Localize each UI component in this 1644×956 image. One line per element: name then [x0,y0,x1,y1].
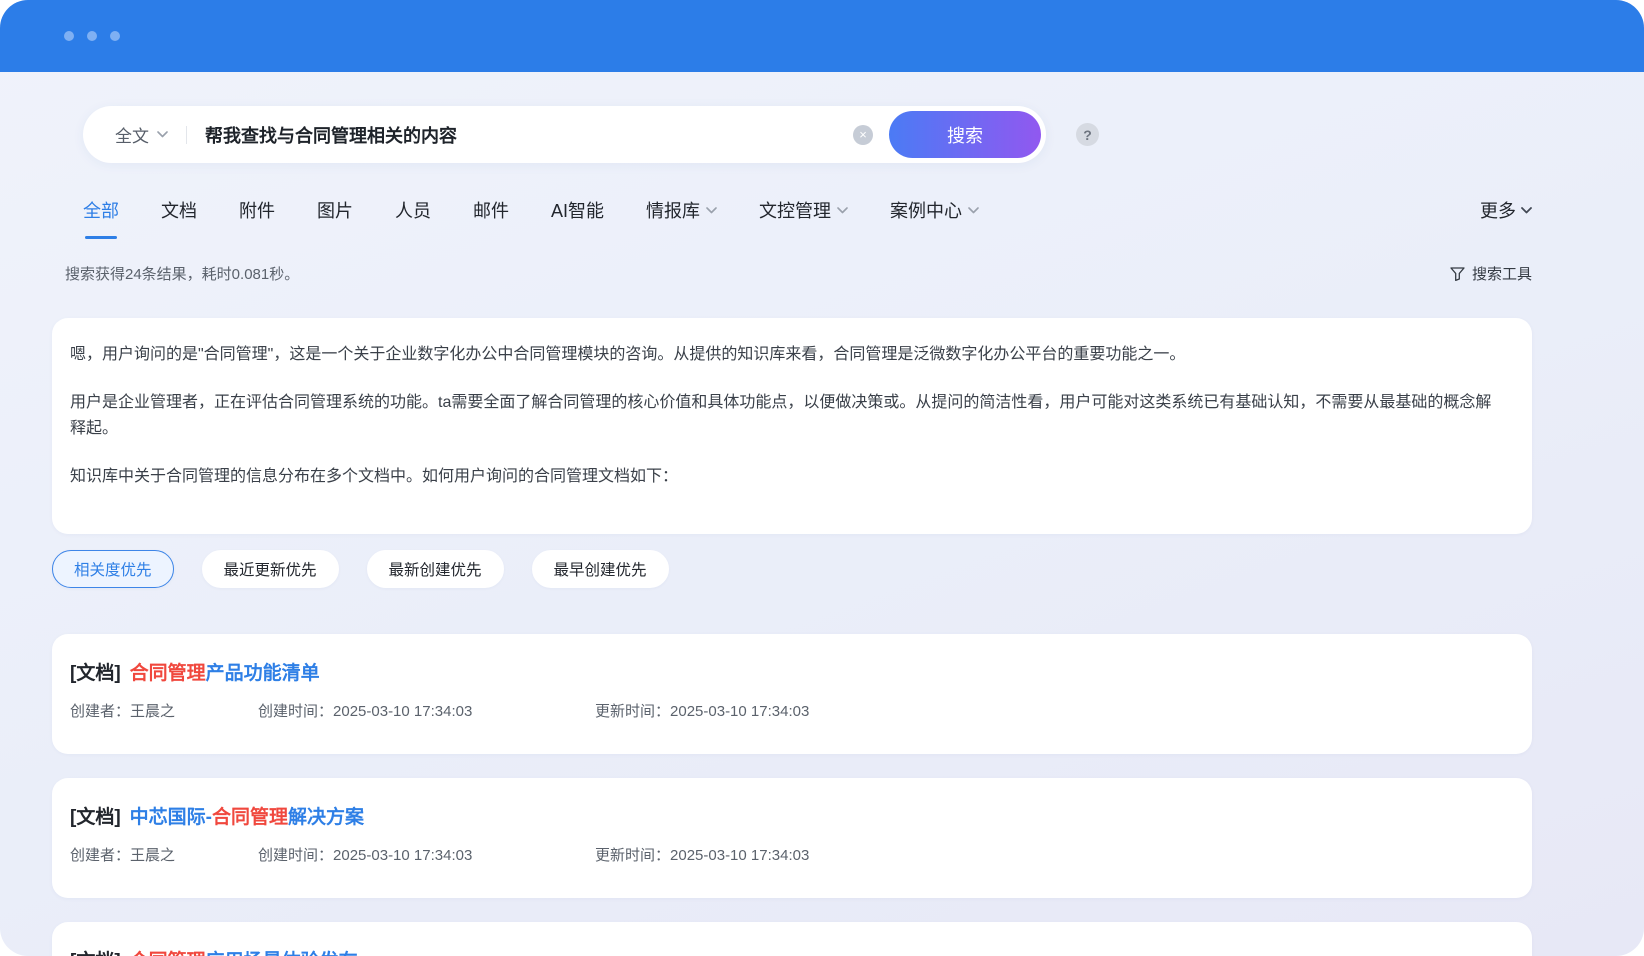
sort-pill-label: 相关度优先 [74,562,152,579]
more-label: 更多 [1480,201,1516,221]
result-title-highlight: 合同管理 [129,663,206,684]
stats-row: 搜索获得24条结果，耗时0.081秒。 搜索工具 [65,263,1532,284]
main-content: 全文 × 搜索 ? 全部 文档 附件 [0,106,1644,956]
tab-label: AI智能 [551,201,605,221]
updated-value: 2025-03-10 17:34:03 [670,703,810,720]
result-title-highlight: 合同管理 [211,807,288,828]
creator-label: 创建者： [70,703,131,720]
result-type-prefix: [文档] [70,807,121,828]
tab-images[interactable]: 图片 [317,197,353,239]
result-created-time: 创建时间：2025-03-10 17:34:03 [258,702,595,722]
category-tabs: 全部 文档 附件 图片 人员 邮件 AI智能 情报库 文控管理 案例中心 更多 [83,197,1532,239]
created-value: 2025-03-10 17:34:03 [333,703,473,720]
tab-label: 邮件 [473,201,509,221]
tab-label: 全部 [83,201,119,221]
sort-pill-recently-updated[interactable]: 最近更新优先 [201,550,339,588]
chevron-down-icon [706,206,717,214]
creator-value: 王晨之 [130,703,176,720]
clear-icon[interactable]: × [853,124,873,145]
chevron-down-icon [1521,206,1532,214]
sort-pill-label: 最近更新优先 [223,562,317,579]
result-card: [文档] 中芯国际-合同管理解决方案 创建者：王晨之 创建时间：2025-03-1… [52,778,1532,898]
tab-ai[interactable]: AI智能 [551,197,604,239]
search-tools-button[interactable]: 搜索工具 [1450,263,1532,284]
tab-intel-library[interactable]: 情报库 [646,197,717,239]
updated-label: 更新时间： [595,847,671,864]
app-window: 全文 × 搜索 ? 全部 文档 附件 [0,0,1644,956]
tab-doc-control[interactable]: 文控管理 [759,197,848,239]
titlebar [0,0,1644,72]
window-dot-icon [64,31,74,41]
updated-value: 2025-03-10 17:34:03 [670,847,810,864]
result-meta: 创建者：王晨之 创建时间：2025-03-10 17:34:03 更新时间：20… [70,846,1508,866]
tab-label: 图片 [317,201,353,221]
result-title-highlight: 合同管理 [130,951,206,956]
sort-pill-label: 最新创建优先 [388,562,482,579]
tab-label: 文档 [161,201,197,221]
result-title-text: 中芯国际- [129,807,212,828]
more-tabs-button[interactable]: 更多 [1480,197,1532,239]
tab-label: 案例中心 [890,201,963,221]
result-title-link[interactable]: [文档] 合同管理应用场景体验发布 [70,950,1508,956]
window-control-dots [64,31,120,41]
summary-paragraph: 用户是企业管理者，正在评估合同管理系统的功能。ta需要全面了解合同管理的核心价值… [70,394,1492,437]
sort-pill-newest-created[interactable]: 最新创建优先 [366,550,504,588]
results-list: [文档] 合同管理产品功能清单 创建者：王晨之 创建时间：2025-03-10 1… [52,634,1532,956]
sort-pill-earliest-created[interactable]: 最早创建优先 [531,550,669,588]
result-stats-text: 搜索获得24条结果，耗时0.081秒。 [65,266,300,283]
tab-mail[interactable]: 邮件 [473,197,509,239]
result-updated-time: 更新时间：2025-03-10 17:34:03 [595,702,809,722]
result-title-text: 解决方案 [288,807,365,828]
result-title-link[interactable]: [文档] 合同管理产品功能清单 [70,662,1508,686]
chevron-down-icon [837,206,848,214]
result-type-prefix: [文档] [70,663,121,684]
result-card: [文档] 合同管理产品功能清单 创建者：王晨之 创建时间：2025-03-10 1… [52,634,1532,754]
creator-label: 创建者： [70,847,131,864]
search-row: 全文 × 搜索 ? [83,106,1532,163]
tab-all[interactable]: 全部 [83,197,119,239]
search-bar: 全文 × 搜索 [83,106,1046,163]
tab-label: 文控管理 [759,201,832,221]
tab-people[interactable]: 人员 [395,197,431,239]
result-created-time: 创建时间：2025-03-10 17:34:03 [258,846,595,866]
ai-summary-card: 嗯，用户询问的是"合同管理"，这是一个关于企业数字化办公中合同管理模块的咨询。从… [52,318,1532,534]
updated-label: 更新时间： [595,703,671,720]
result-type-prefix: [文档] [70,951,121,956]
window-dot-icon [110,31,120,41]
sort-options: 相关度优先 最近更新优先 最新创建优先 最早创建优先 [52,550,1532,588]
created-label: 创建时间： [258,703,334,720]
result-creator: 创建者：王晨之 [70,846,258,866]
filter-funnel-icon [1450,266,1465,281]
tab-label: 人员 [395,201,431,221]
chevron-down-icon [157,131,168,138]
result-title-link[interactable]: [文档] 中芯国际-合同管理解决方案 [70,806,1508,830]
tab-attachments[interactable]: 附件 [239,197,275,239]
search-scope-selector[interactable]: 全文 [83,122,186,147]
result-card: [文档] 合同管理应用场景体验发布 [52,922,1532,956]
sort-pill-label: 最早创建优先 [553,562,647,579]
search-button[interactable]: 搜索 [889,111,1041,158]
tab-documents[interactable]: 文档 [161,197,197,239]
result-creator: 创建者：王晨之 [70,702,258,722]
result-title-text: 应用场景体验发布 [206,951,358,956]
tab-case-center[interactable]: 案例中心 [890,197,979,239]
tab-label: 附件 [239,201,275,221]
help-icon[interactable]: ? [1076,123,1099,146]
summary-paragraph: 知识库中关于合同管理的信息分布在多个文档中。如何用户询问的合同管理文档如下： [70,468,679,485]
result-updated-time: 更新时间：2025-03-10 17:34:03 [595,846,809,866]
created-value: 2025-03-10 17:34:03 [333,847,473,864]
created-label: 创建时间： [258,847,334,864]
sort-pill-relevance[interactable]: 相关度优先 [52,550,174,588]
search-scope-label: 全文 [115,127,149,146]
summary-paragraph: 嗯，用户询问的是"合同管理"，这是一个关于企业数字化办公中合同管理模块的咨询。从… [70,346,1186,363]
search-tools-label: 搜索工具 [1471,266,1532,283]
result-meta: 创建者：王晨之 创建时间：2025-03-10 17:34:03 更新时间：20… [70,702,1508,722]
chevron-down-icon [968,206,979,214]
tab-label: 情报库 [646,201,701,221]
search-input[interactable] [187,124,853,145]
window-dot-icon [87,31,97,41]
creator-value: 王晨之 [130,847,176,864]
result-title-text: 产品功能清单 [205,663,320,684]
